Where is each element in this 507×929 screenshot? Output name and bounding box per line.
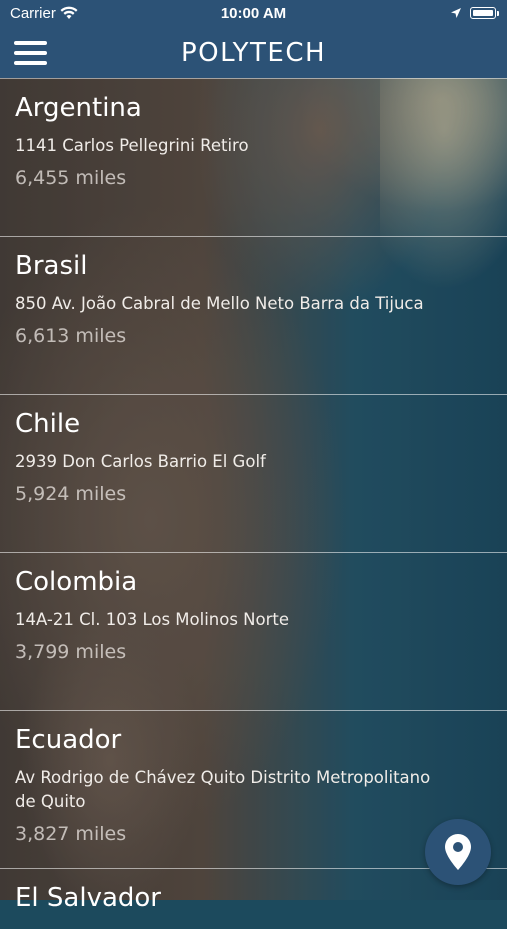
address-text: 2939 Don Carlos Barrio El Golf [15,452,266,471]
location-item-chile[interactable]: Chile 2939 Don Carlos Barrio El Golf 5,9… [0,395,507,553]
location-list: Argentina 1141 Carlos Pellegrini Retiro … [0,79,507,929]
app-title: POLYTECH [180,38,327,68]
country-name: Ecuador [15,725,122,755]
map-button[interactable] [425,819,491,885]
header-divider [0,78,507,79]
distance-text: 6,455 miles [15,167,127,189]
address-text: Av Rodrigo de Chávez Quito Distrito Metr… [15,768,431,811]
country-name: Colombia [15,567,138,597]
distance-text: 3,827 miles [15,823,127,845]
address-text: 14A-21 Cl. 103 Los Molinos Norte [15,610,290,629]
country-name: Argentina [15,93,142,123]
location-item-colombia[interactable]: Colombia 14A-21 Cl. 103 Los Molinos Nort… [0,553,507,711]
location-item-brasil[interactable]: Brasil 850 Av. João Cabral de Mello Neto… [0,237,507,395]
distance-text: 5,924 miles [15,483,127,505]
location-arrow-icon [451,8,461,18]
address-text: 1141 Carlos Pellegrini Retiro [15,136,249,155]
map-pin-icon [445,834,471,870]
navigation-bar: POLYTECH [0,28,507,78]
status-time: 10:00 AM [220,5,287,22]
location-item-el-salvador[interactable]: El Salvador [0,869,507,929]
country-name: Chile [15,409,81,439]
battery-icon [470,7,496,19]
distance-text: 6,613 miles [15,325,127,347]
country-name: El Salvador [15,883,161,913]
location-item-argentina[interactable]: Argentina 1141 Carlos Pellegrini Retiro … [0,79,507,237]
distance-text: 3,799 miles [15,641,127,663]
country-name: Brasil [15,251,88,281]
battery-tip [497,11,499,16]
status-bar: Carrier 10:00 AM [0,0,507,28]
address-text: 850 Av. João Cabral de Mello Neto Barra … [15,294,424,313]
